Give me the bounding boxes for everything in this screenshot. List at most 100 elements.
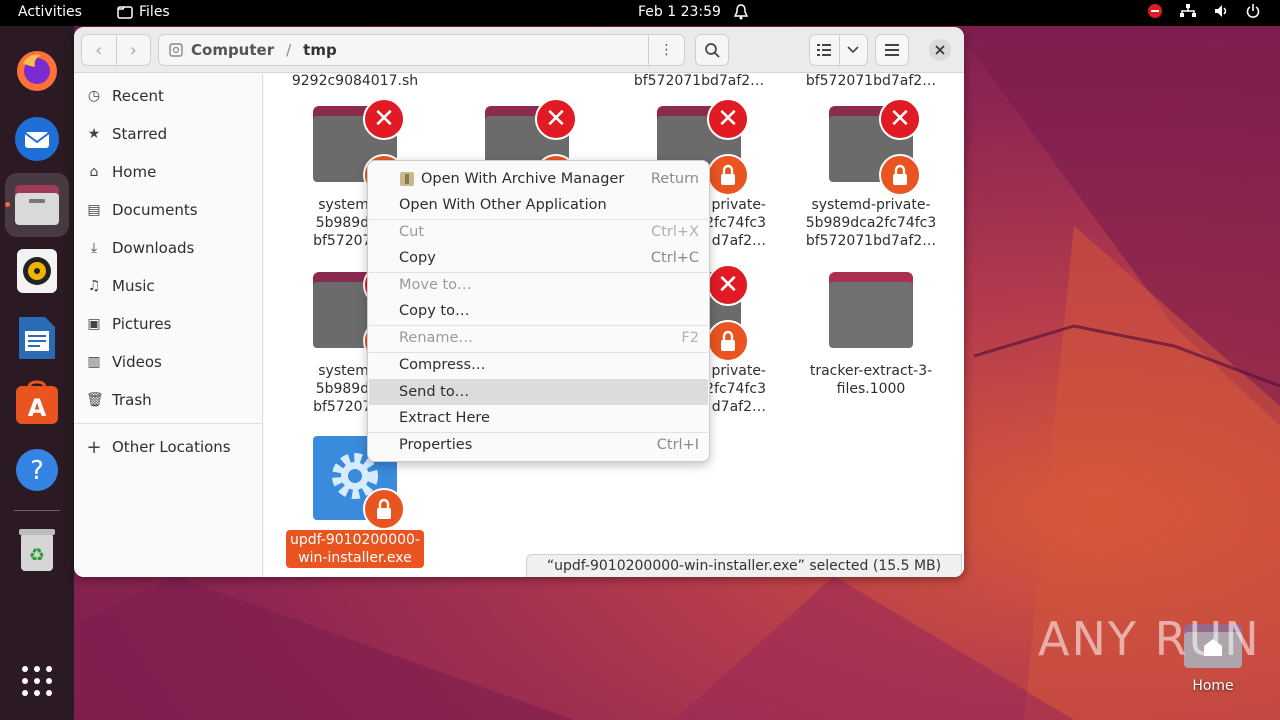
picture-icon: ▣ [87,316,101,332]
sidebar-item-label: Music [112,277,155,295]
breadcrumb-current[interactable]: tmp [303,41,337,59]
libreoffice-writer-icon[interactable] [13,314,61,362]
unreadable-emblem-icon: ✕ [707,264,749,306]
sidebar-item-pictures[interactable]: ▣ Pictures [86,309,171,339]
sidebar: ◷ Recent ★ Starred ⌂ Home ▤ Documents ⤓ Downl… [74,74,263,577]
menu-item-copy-to[interactable]: Copy to… [369,298,708,324]
home-icon: ⌂ [89,164,99,180]
file-item[interactable]: bf572071bd7af2… [624,74,774,90]
menu-item-copy[interactable]: Copy Ctrl+C [369,245,708,271]
menu-item-accel: Return [650,171,699,187]
activities-button[interactable]: Activities [18,4,82,20]
nav-buttons: ‹ › [81,34,151,66]
files-icon[interactable] [5,173,69,237]
power-icon[interactable] [1246,4,1260,18]
rhythmbox-icon[interactable] [13,247,61,295]
chevron-down-icon[interactable] [840,46,867,54]
path-menu-icon[interactable]: ⋮ [648,35,684,65]
sidebar-item-other-locations[interactable]: + Other Locations [86,432,230,462]
sidebar-item-label: Trash [112,391,152,409]
path-bar[interactable]: Computer / tmp ⋮ [158,34,685,66]
menu-item-accel: Ctrl+I [656,437,699,453]
network-icon[interactable] [1180,4,1196,18]
volume-icon[interactable] [1214,4,1228,18]
file-item[interactable]: ✕ systemd-private- 5b989dca2fc74fc3 bf5720… [796,98,946,250]
close-icon [935,45,945,55]
menu-item-properties[interactable]: Properties Ctrl+I [369,432,708,458]
menu-item-label: Move to… [399,277,472,293]
menu-item-move-to[interactable]: Move to… [369,272,708,298]
lock-emblem-icon [707,154,749,196]
sidebar-item-starred[interactable]: ★ Starred [86,119,167,149]
file-item[interactable]: 9292c9084017.sh [280,74,430,90]
system-tray[interactable] [1148,4,1260,18]
status-bar: “updf-9010200000-win-installer.exe” sele… [526,554,962,577]
sidebar-item-music[interactable]: ♫ Music [86,271,155,301]
app-menu[interactable]: Files [117,4,170,20]
sidebar-item-label: Downloads [112,239,195,257]
menu-item-accel: F2 [681,330,699,346]
firefox-icon[interactable] [13,47,61,95]
forward-icon[interactable]: › [116,40,150,61]
svg-text:A: A [28,394,47,422]
menu-item-rename[interactable]: Rename… F2 [369,325,708,351]
list-view-icon[interactable] [810,44,839,56]
video-icon: ▥ [87,354,101,370]
file-name: 9292c9084017.sh [291,74,419,89]
close-button[interactable] [929,39,951,61]
back-icon[interactable]: ‹ [82,40,116,61]
main-menu-button[interactable] [875,34,909,66]
sidebar-item-home[interactable]: ⌂ Home [86,157,157,187]
sidebar-item-documents[interactable]: ▤ Documents [86,195,198,225]
anyrun-watermark: ANY RUN [1038,612,1261,666]
unreadable-emblem-icon: ✕ [707,98,749,140]
star-icon: ★ [87,126,101,142]
help-icon[interactable]: ? [13,446,61,494]
disk-icon [169,43,183,57]
file-item[interactable]: bf572071bd7af2… [796,74,946,90]
desktop-home-label[interactable]: Home [1178,678,1248,694]
menu-item-label: Copy [399,250,436,266]
trash-can-icon[interactable]: ♻ [13,526,61,574]
breadcrumb-computer[interactable]: Computer [191,41,274,59]
file-name: tracker-extract-3- files.1000 [809,363,933,397]
file-name: bf572071bd7af2… [805,74,937,89]
file-item[interactable]: tracker-extract-3- files.1000 [796,268,946,398]
thunderbird-icon[interactable] [13,115,61,163]
download-icon: ⤓ [90,240,98,256]
notification-bell-icon[interactable] [733,4,749,24]
sidebar-item-label: Videos [112,353,162,371]
sidebar-item-label: Documents [112,201,198,219]
menu-item-label: Compress… [399,357,486,373]
dock: A ? ♻ [0,26,74,720]
clock[interactable]: Feb 1 23:59 [638,4,721,20]
menu-item-accel: Ctrl+X [651,224,699,240]
do-not-disturb-icon[interactable] [1148,4,1162,18]
folder-icon [117,6,133,19]
trash-icon: 🗑 [86,392,104,408]
sidebar-item-videos[interactable]: ▥ Videos [86,347,162,377]
menu-item-cut[interactable]: Cut Ctrl+X [369,219,708,245]
menu-item-label: Rename… [399,330,473,346]
hamburger-icon [885,44,899,56]
lock-emblem-icon [879,154,921,196]
sidebar-item-downloads[interactable]: ⤓ Downloads [86,233,195,263]
sidebar-item-trash[interactable]: 🗑 Trash [86,385,152,415]
app-center-icon[interactable]: A [13,379,61,427]
search-button[interactable] [695,34,729,66]
svg-text:?: ? [30,456,44,486]
unreadable-emblem-icon: ✕ [535,98,577,140]
dock-separator [14,510,60,511]
folder-icon [829,268,913,352]
file-name: updf-9010200000- win-installer.exe [286,530,424,568]
show-apps-icon[interactable] [13,657,61,705]
menu-item-compress[interactable]: Compress… [369,352,708,378]
sidebar-item-label: Home [112,163,157,181]
view-toggle[interactable] [809,34,868,66]
document-icon: ▤ [87,202,101,218]
menu-item-open-with-other-application[interactable]: Open With Other Application [369,192,708,218]
menu-item-open-with-archive-manager[interactable]: Open With Archive Manager Return [369,166,708,192]
menu-item-send-to[interactable]: Send to… [369,379,708,405]
menu-item-extract-here[interactable]: Extract Here [369,405,708,431]
sidebar-item-recent[interactable]: ◷ Recent [86,81,164,111]
